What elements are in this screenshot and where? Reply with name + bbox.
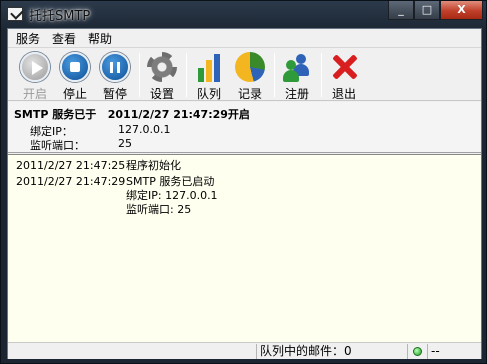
service-info-panel: SMTP 服务已于 2011/2/27 21:47:29开启 绑定IP： 127… (8, 102, 481, 153)
maximize-button[interactable]: □ (414, 1, 440, 20)
queue-count: 队列中的邮件：0 (256, 344, 407, 359)
app-logo-icon (7, 7, 23, 21)
app-window: 托托SMTP _ □ X 服务 查看 帮助 开启 停止 暂停 设置 队列 记录 … (0, 0, 487, 364)
settings-label: 设置 (149, 87, 174, 101)
status-led-icon (413, 347, 422, 356)
client-area: 服务 查看 帮助 开启 停止 暂停 设置 队列 记录 注册 退出 SMTP 服务… (7, 28, 482, 359)
toolbar: 开启 停止 暂停 设置 队列 记录 注册 退出 (8, 49, 481, 101)
exit-label: 退出 (331, 87, 356, 101)
queue-button[interactable]: 队列 (189, 49, 229, 101)
menu-service[interactable]: 服务 (10, 30, 46, 47)
log-list[interactable]: 2011/2/27 21:47:25 程序初始化 2011/2/27 21:47… (8, 154, 481, 342)
log-message: SMTP 服务已启动 绑定IP: 127.0.0.1 监听端口: 25 (126, 175, 218, 216)
pause-label: 暂停 (102, 87, 127, 101)
exit-button[interactable]: 退出 (324, 49, 364, 101)
log-message: 程序初始化 (126, 159, 181, 172)
caption-buttons: _ □ X (388, 1, 483, 20)
users-icon (282, 52, 312, 82)
log-time: 2011/2/27 21:47:25 (16, 159, 126, 172)
status-bar: 队列中的邮件：0 -- (8, 342, 481, 359)
gear-icon (147, 52, 177, 82)
bind-ip-value: 127.0.0.1 (118, 123, 171, 136)
stop-icon (60, 52, 90, 82)
port-value: 25 (118, 137, 132, 150)
records-button[interactable]: 记录 (230, 49, 270, 101)
register-label: 注册 (284, 87, 309, 101)
status-extra: -- (427, 344, 481, 359)
menu-view[interactable]: 查看 (46, 30, 82, 47)
port-label: 监听端口： (30, 139, 85, 152)
start-button[interactable]: 开启 (15, 49, 55, 101)
stop-label: 停止 (62, 87, 87, 101)
menu-bar: 服务 查看 帮助 (8, 29, 481, 48)
register-button[interactable]: 注册 (277, 49, 317, 101)
window-title: 托托SMTP (29, 9, 91, 24)
log-time: 2011/2/27 21:47:29 (16, 175, 126, 188)
settings-button[interactable]: 设置 (142, 49, 182, 101)
start-label: 开启 (22, 87, 47, 101)
menu-help[interactable]: 帮助 (82, 30, 118, 47)
x-icon (329, 52, 359, 82)
stop-button[interactable]: 停止 (55, 49, 95, 101)
pause-button[interactable]: 暂停 (95, 49, 135, 101)
close-button[interactable]: X (440, 1, 483, 20)
title-bar[interactable]: 托托SMTP _ □ X (1, 1, 487, 28)
queue-label: 队列 (196, 87, 221, 101)
play-icon (20, 52, 50, 82)
pause-icon (100, 52, 130, 82)
pie-chart-icon (235, 52, 265, 82)
status-led-cell (407, 344, 427, 359)
service-status: SMTP 服务已于 2011/2/27 21:47:29开启 (14, 108, 250, 121)
records-label: 记录 (237, 87, 262, 101)
bar-chart-icon (194, 52, 224, 82)
minimize-button[interactable]: _ (388, 1, 414, 20)
